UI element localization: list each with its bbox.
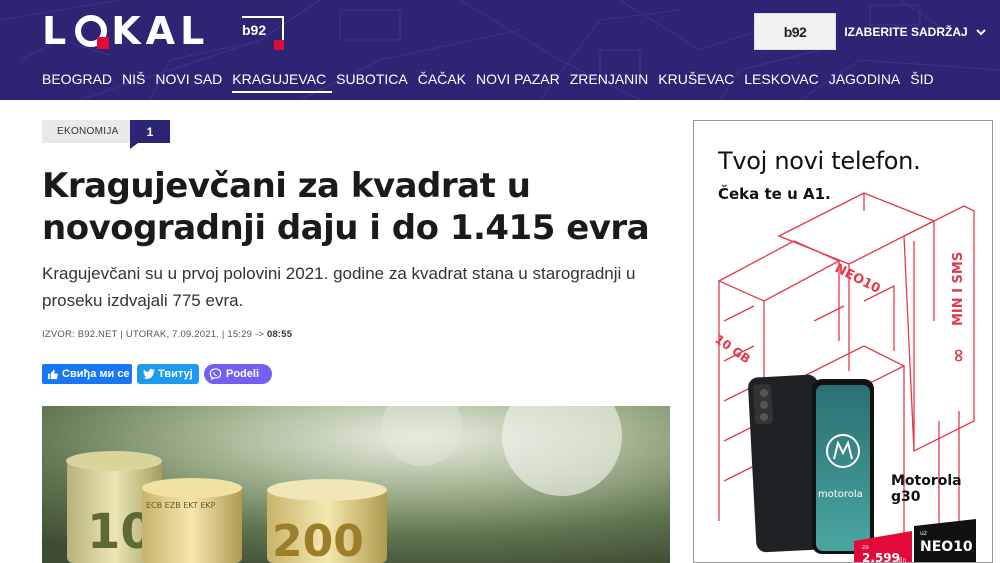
viber-icon <box>209 367 222 380</box>
price-prefix: za <box>862 544 869 551</box>
twitter-bird-icon <box>143 369 155 379</box>
logo-o-mark <box>75 15 110 49</box>
price-value: 2.599 <box>862 551 900 563</box>
content-select-dropdown[interactable]: IZABERITE SADRŽAJ <box>840 13 990 50</box>
viber-share-label: Podeli <box>226 368 260 380</box>
ad-headline: Tvoj novi telefon. <box>718 147 921 175</box>
twitter-tweet-button[interactable]: Твитуј <box>137 364 199 384</box>
article-meta: IZVOR: B92.NET | UTORAK, 7.09.2021. | 15… <box>42 329 292 340</box>
price-suffix: din <box>897 557 906 563</box>
nav-item-kragujevac[interactable]: KRAGUJEVAC <box>232 70 333 93</box>
neo10-plan-badge: uz NEO10 <box>914 519 976 562</box>
category-tag[interactable]: EKONOMIJA <box>42 120 130 143</box>
article-photo: 100 ECB EZB EKT EKP 200 <box>42 406 670 563</box>
article-main: EKONOMIJA 1 Kragujevčani za kvadrat u no… <box>42 100 674 563</box>
phone-image: motorola <box>748 374 874 554</box>
city-nav: BEOGRAD NIŠ NOVI SAD KRAGUJEVAC SUBOTICA… <box>42 70 944 93</box>
a1-advertisement[interactable]: NEO10 10 GB MIN I SMS ∞ motorola za 2.59… <box>693 120 993 563</box>
content-select-label: IZABERITE SADRŽAJ <box>844 24 968 39</box>
facebook-like-button[interactable]: Свиђа ми се <box>42 364 132 384</box>
article-title: Kragujevčani za kvadrat u novogradnji da… <box>42 166 650 248</box>
neo10-outline-label: NEO10 <box>832 261 882 297</box>
banknote-200-digits: 200 <box>272 516 364 563</box>
plan-prefix: uz <box>920 530 927 537</box>
facebook-like-label: Свиђа ми се <box>62 368 130 380</box>
nav-item-cacak[interactable]: ČAČAK <box>418 70 472 93</box>
min-sms-outline-label: MIN I SMS <box>951 252 966 326</box>
phone-model-name: Motorola g30 <box>891 473 962 505</box>
nav-item-nis[interactable]: NIŠ <box>122 70 151 93</box>
logo-wordmark: L KAL <box>42 9 210 53</box>
b92-home-button[interactable]: b92 <box>754 13 836 50</box>
chevron-down-icon <box>975 28 986 35</box>
infinity-icon: ∞ <box>948 348 969 363</box>
logo-b92-badge: b92 <box>242 16 284 50</box>
meta-date: | UTORAK, 7.09.2021. | 15:29 -> <box>117 329 267 340</box>
nav-item-zrenjanin[interactable]: ZRENJANIN <box>570 70 655 93</box>
nav-item-sid[interactable]: ŠID <box>910 70 939 93</box>
nav-item-jagodina[interactable]: JAGODINA <box>829 70 907 93</box>
nav-item-krusevac[interactable]: KRUŠEVAC <box>658 70 740 93</box>
site-header: L KAL b92 b92 IZABERITE SADRŽAJ BEOGRAD N… <box>0 0 1000 100</box>
comment-count-badge[interactable]: 1 <box>130 120 170 149</box>
meta-source: IZVOR: B92.NET <box>42 329 118 340</box>
article-lead: Kragujevčani su u prvoj polovini 2021. g… <box>42 264 636 310</box>
twitter-tweet-label: Твитуј <box>158 368 193 380</box>
money-rolls-image: 100 ECB EZB EKT EKP 200 <box>42 406 670 563</box>
ad-subline: Čeka te u A1. <box>718 185 831 203</box>
article-tags: EKONOMIJA 1 <box>42 120 170 149</box>
nav-item-beograd[interactable]: BEOGRAD <box>42 70 118 93</box>
meta-updated-time: 08:55 <box>266 329 293 340</box>
phone-name-line-1: Motorola <box>891 473 962 489</box>
ecb-banknote-text: ECB EZB EKT EKP <box>146 501 216 510</box>
phone-name-line-2: g30 <box>891 489 921 505</box>
thumbs-up-icon <box>47 369 58 379</box>
share-buttons: Свиђа ми се Твитуј Podeli <box>42 364 272 384</box>
site-logo[interactable]: L KAL b92 <box>42 9 284 53</box>
viber-share-button[interactable]: Podeli <box>204 364 272 384</box>
nav-item-novi-sad[interactable]: NOVI SAD <box>155 70 228 93</box>
nav-item-subotica[interactable]: SUBOTICA <box>336 70 414 93</box>
plan-name: NEO10 <box>920 539 973 555</box>
nav-item-novi-pazar[interactable]: NOVI PAZAR <box>476 70 566 93</box>
nav-item-leskovac[interactable]: LESKOVAC <box>744 70 824 93</box>
motorola-screen-text: motorola <box>818 489 863 500</box>
